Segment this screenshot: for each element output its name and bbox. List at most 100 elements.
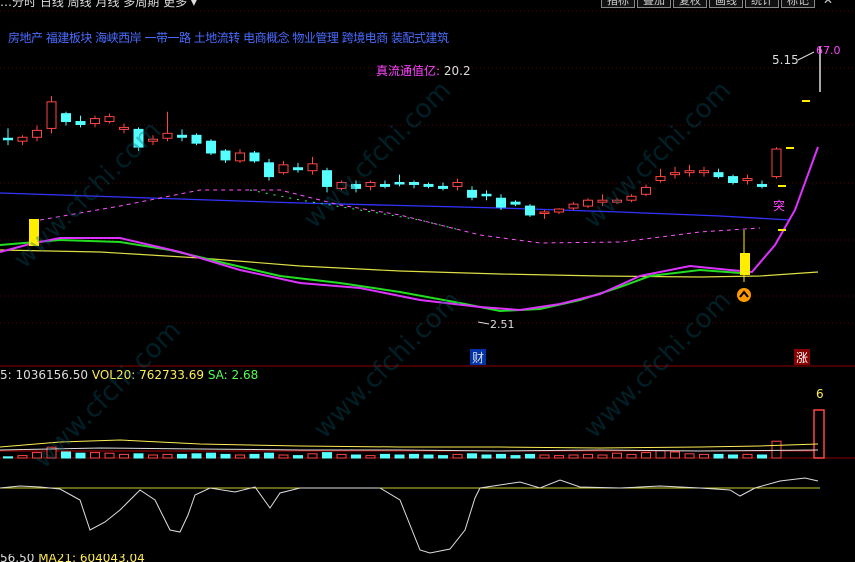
volume-bar <box>481 454 492 459</box>
volume-bar <box>742 453 753 459</box>
volume-bar <box>322 452 332 459</box>
volume-bar <box>568 454 579 459</box>
draw-line-button[interactable]: 画线 <box>709 0 743 8</box>
volume-bar <box>612 452 622 459</box>
candle-body <box>206 140 216 154</box>
candle-body <box>264 162 274 178</box>
candle-body <box>467 189 477 198</box>
vol20-line <box>0 439 819 449</box>
volume-bar <box>162 453 173 459</box>
rise-marker: 涨 <box>796 350 808 365</box>
statistics-button[interactable]: 统计 <box>745 0 779 8</box>
volume-bar <box>264 452 274 459</box>
overlay-button[interactable]: 叠加 <box>637 0 671 8</box>
volume-bar <box>206 452 216 459</box>
breakout-marker: 突 <box>773 198 785 213</box>
indicator-button[interactable]: 指标 <box>601 0 635 8</box>
candle-body <box>220 150 231 161</box>
volume-bar <box>597 454 608 459</box>
volume-bar <box>17 455 28 459</box>
candle-body <box>32 129 42 138</box>
volume-bar <box>684 453 695 459</box>
volume-bar <box>3 456 13 459</box>
market-cap-label: 真流通值亿: <box>376 64 441 78</box>
candle-body <box>554 208 564 213</box>
volume-bar <box>655 450 666 459</box>
volume-bar <box>249 453 260 459</box>
volume-bar <box>452 453 463 459</box>
volume-bar <box>423 454 434 459</box>
candle-body <box>742 178 753 182</box>
candle-body <box>452 182 463 187</box>
candle-body <box>713 172 724 178</box>
mark-button[interactable]: 标记 <box>781 0 815 8</box>
volume-bar <box>365 455 376 459</box>
candle-body <box>670 172 680 176</box>
volume-bar <box>713 453 724 459</box>
candle-body <box>481 193 492 197</box>
volume-bar <box>771 440 782 459</box>
ma-yellow-line <box>0 249 819 278</box>
high-price-arrow <box>797 51 815 61</box>
candle-body <box>771 148 782 178</box>
sa-value: SA: 2.68 <box>207 368 259 382</box>
candle-body <box>525 205 535 216</box>
candle-body <box>307 163 318 172</box>
candle-body <box>235 152 245 162</box>
volume-bar <box>148 454 158 459</box>
candle-body <box>46 101 57 129</box>
candle-body <box>394 182 405 185</box>
candle-body <box>728 176 738 184</box>
candle-body <box>177 134 187 138</box>
period-tabs[interactable]: …分时 日线 周线 月线 多周期 更多 ▾ <box>0 0 197 8</box>
oscillator-line <box>0 477 819 554</box>
volume-bar <box>510 455 521 459</box>
signal-bar <box>740 253 750 275</box>
adjust-button[interactable]: 复权 <box>673 0 707 8</box>
volume-bar <box>380 453 390 459</box>
volume-bar <box>307 453 318 459</box>
volume-bar <box>336 453 347 459</box>
lower-stat-ma: MA21: 604043.04 <box>38 554 145 562</box>
volume-bar <box>539 454 550 459</box>
candle-body <box>684 170 695 174</box>
volume-bar <box>220 453 231 459</box>
volume-bar <box>351 454 361 459</box>
volume-bar <box>75 452 86 459</box>
candle-body <box>278 164 289 174</box>
volume-bar <box>525 453 535 459</box>
candle-body <box>409 182 419 185</box>
volume-bar <box>119 453 129 459</box>
volume-bar <box>626 453 637 459</box>
volume-bar <box>235 454 245 459</box>
market-cap: 真流通值亿: 20.2 <box>376 62 471 79</box>
volume-bar <box>496 453 506 459</box>
close-icon[interactable]: ✕ <box>823 0 833 7</box>
ma-green-line <box>0 238 741 313</box>
candle-body <box>191 134 202 144</box>
lower-stats: 56.50 MA21: 604043.04 <box>0 554 145 562</box>
pct-change-label: 67.0 <box>816 44 841 57</box>
volume-bar <box>409 453 419 459</box>
toolbar-buttons: 指标 叠加 复权 画线 统计 标记 <box>599 0 815 8</box>
volume-bar <box>133 453 144 459</box>
volume-bar <box>757 454 767 459</box>
finance-marker: 财 <box>472 351 484 365</box>
high-price-label: 5.15 <box>772 53 799 67</box>
volume-bar <box>177 453 187 459</box>
candle-body <box>75 121 86 125</box>
candle-body <box>104 116 115 123</box>
concept-tags[interactable]: 房地产 福建板块 海峡西岸 一带一路 土地流转 电商概念 物业管理 跨境电商 装… <box>8 29 449 46</box>
volume-bar <box>104 452 115 459</box>
alert-icon <box>737 288 751 302</box>
candle-body <box>3 137 13 141</box>
candle-body <box>510 201 521 205</box>
volume-peak-bar <box>813 409 825 459</box>
candle-body <box>293 167 303 171</box>
candle-body <box>438 185 448 189</box>
volume-bar <box>554 455 564 459</box>
candle-body <box>757 183 767 187</box>
volume-peak-label: 6 <box>816 387 824 401</box>
volume-bar <box>728 454 738 459</box>
candle-body <box>90 118 100 125</box>
